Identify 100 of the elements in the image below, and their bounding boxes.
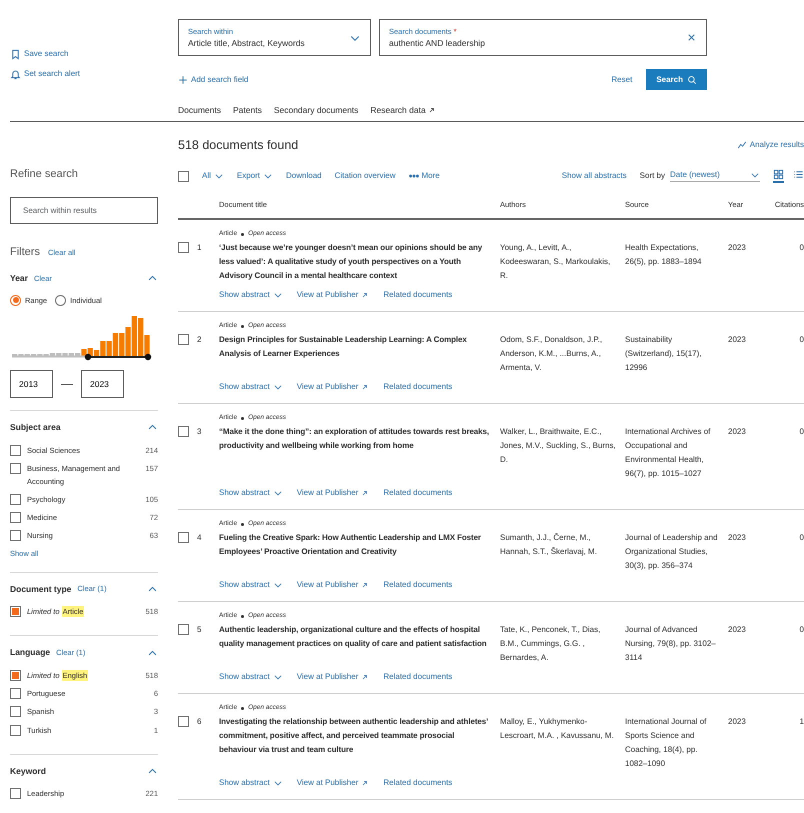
year-text: 2023	[728, 624, 747, 636]
related-documents-link[interactable]: Related documents	[383, 579, 452, 591]
view-at-publisher-link[interactable]: View at Publisher	[296, 487, 370, 499]
row-checkbox[interactable]	[178, 624, 189, 635]
related-documents-link[interactable]: Related documents	[383, 289, 452, 301]
view-toggle[interactable]	[773, 168, 784, 183]
external-link-icon	[361, 383, 370, 391]
source-text: Journal of Leadership and Organizational Studies, 30(3), pp. 356–374	[625, 532, 719, 572]
reset-link[interactable]: Reset	[611, 74, 632, 86]
checkbox[interactable]	[10, 724, 21, 736]
checkbox[interactable]	[10, 706, 21, 718]
bullet-icon	[241, 416, 244, 420]
show-abstract-link[interactable]: Show abstract	[219, 579, 283, 591]
source-text: Journal of Advanced Nursing, 79(8), pp. 3102–3114	[625, 624, 717, 664]
filters-heading: Filters	[10, 244, 40, 260]
save-search-link[interactable]: Save search	[10, 48, 178, 60]
document-title-link[interactable]: “Make it the done thing”: an exploration of attitudes towards rest breaks, productivity and wellbeing while working from home	[219, 425, 500, 453]
show-abstract-link[interactable]: Show abstract	[219, 487, 283, 499]
close-icon[interactable]	[686, 32, 697, 43]
external-link-icon	[361, 779, 370, 787]
document-title-link[interactable]: Fueling the Creative Spark: How Authentic Leadership and LMX Foster Employees’ Proactive Orientation and Creativity	[219, 531, 500, 559]
row-number: 4	[197, 532, 202, 544]
bullet-icon	[241, 522, 244, 526]
bullet-icon	[241, 232, 244, 236]
view-at-publisher-link[interactable]: View at Publisher	[296, 671, 370, 683]
year-text: 2023	[728, 426, 747, 438]
row-checkbox[interactable]	[178, 532, 189, 543]
year-text: 2023	[728, 716, 747, 728]
show-abstract-link[interactable]: Show abstract	[219, 289, 283, 301]
citation-count: 0	[798, 334, 804, 346]
checkbox[interactable]	[10, 512, 21, 524]
view-at-publisher-link[interactable]: View at Publisher	[296, 381, 370, 393]
citation-count: 0	[798, 426, 804, 438]
citation-count: 1	[798, 716, 804, 728]
checkbox[interactable]	[10, 670, 21, 682]
document-title-link[interactable]: Authentic leadership, organizational culture and the effects of hospital quality management practices on quality of care and patient satisfaction	[219, 623, 500, 651]
row-checkbox[interactable]	[178, 426, 189, 437]
checkbox[interactable]	[10, 606, 21, 618]
results-count-heading: 518 documents found	[178, 137, 298, 154]
show-all-abstracts-link[interactable]: Show all abstracts	[562, 170, 627, 182]
row-checkbox[interactable]	[178, 242, 189, 253]
show-abstract-link[interactable]: Show abstract	[219, 381, 283, 393]
document-title-link[interactable]: Investigating the relationship between authentic leadership and athletes’ commitment, positive affect, and perceived teammate prosocial behaviour via trust and team culture	[219, 715, 500, 757]
external-link-icon	[428, 106, 436, 114]
view-at-publisher-link[interactable]: View at Publisher	[296, 777, 370, 789]
external-link-icon	[361, 673, 370, 681]
sort-dropdown[interactable]: Date (newest)	[670, 169, 760, 182]
year-text: 2023	[728, 242, 747, 254]
year-to-field[interactable]: 2023	[81, 370, 124, 398]
select-all-checkbox[interactable]	[178, 170, 189, 182]
search-button[interactable]: Search	[646, 69, 707, 90]
tab[interactable]: Documents	[178, 104, 221, 117]
view-at-publisher-link[interactable]: View at Publisher	[296, 289, 370, 301]
bullet-icon	[241, 324, 244, 328]
more-menu[interactable]: More	[408, 170, 440, 182]
related-documents-link[interactable]: Related documents	[383, 777, 452, 789]
export-dropdown[interactable]: Export	[236, 170, 274, 182]
row-checkbox[interactable]	[178, 716, 189, 727]
source-text: Health Expectations, 26(5), pp. 1883–1894	[625, 242, 703, 268]
search-icon	[687, 74, 697, 84]
bullet-icon	[241, 706, 244, 710]
refine-search-heading: Refine search	[10, 167, 79, 182]
tab[interactable]: Patents	[233, 104, 262, 117]
checkbox[interactable]	[10, 462, 21, 474]
checkbox[interactable]	[10, 688, 21, 700]
related-documents-link[interactable]: Related documents	[383, 487, 452, 499]
row-number: 2	[197, 334, 202, 346]
show-abstract-link[interactable]: Show abstract	[219, 671, 283, 683]
add-search-field-link[interactable]: Add search field	[178, 74, 248, 86]
checkbox[interactable]	[10, 530, 21, 542]
bookmark-icon	[10, 48, 21, 60]
select-all-dropdown[interactable]: All	[202, 170, 224, 182]
citation-overview-link[interactable]: Citation overview	[334, 170, 396, 182]
checkbox[interactable]	[10, 788, 21, 800]
row-number: 5	[197, 624, 202, 636]
external-link-icon	[361, 291, 370, 299]
authors-text: Odom, S.F., Donaldson, J.P., Anderson, K.M., ...Burns, A., Armenta, V.	[500, 334, 604, 374]
filter-heading: Year	[10, 272, 28, 285]
tab[interactable]: Research data	[370, 104, 436, 117]
plus-icon	[178, 74, 188, 84]
document-title-link[interactable]: ‘Just because we’re younger doesn’t mean our opinions should be any less valued’: A qualitative study of youth perspectives on a Youth Advisory Council in a mental healthcare context	[219, 241, 500, 283]
year-text: 2023	[728, 532, 747, 544]
row-checkbox[interactable]	[178, 334, 189, 345]
related-documents-link[interactable]: Related documents	[383, 381, 452, 393]
checkbox[interactable]	[10, 494, 21, 506]
tab[interactable]: Secondary documents	[274, 104, 358, 117]
citation-count: 0	[798, 532, 804, 544]
document-title-link[interactable]: Design Principles for Sustainable Leadership Learning: A Complex Analysis of Learner Experiences	[219, 333, 500, 361]
checkbox[interactable]	[10, 444, 21, 456]
show-abstract-link[interactable]: Show abstract	[219, 777, 283, 789]
related-documents-link[interactable]: Related documents	[383, 671, 452, 683]
year-from-field[interactable]: 2013	[10, 370, 53, 398]
source-text: International Journal of Sports Science and Coaching, 18(4), pp. 1082–1090	[625, 716, 708, 770]
search-within-results-field[interactable]: Search within results	[10, 196, 158, 224]
row-number: 6	[197, 716, 202, 728]
search-alert-link[interactable]: Set search alert	[10, 68, 178, 80]
view-at-publisher-link[interactable]: View at Publisher	[296, 579, 370, 591]
analyze-results-link[interactable]: Analyze results	[736, 139, 804, 152]
external-link-icon	[361, 581, 370, 589]
download-link[interactable]: Download	[286, 170, 322, 182]
